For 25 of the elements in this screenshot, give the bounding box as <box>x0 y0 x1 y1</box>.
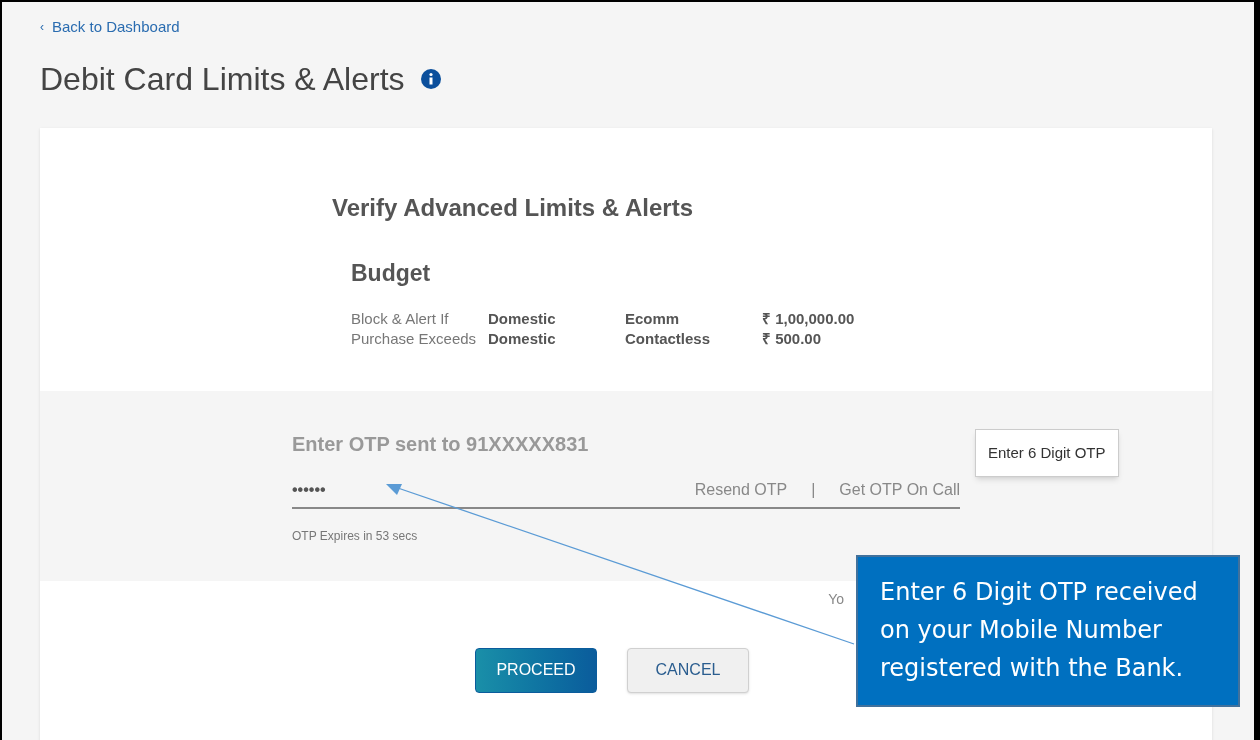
back-link[interactable]: Back to Dashboard <box>52 16 180 39</box>
amount-value: ₹ 1,00,000.00 <box>762 308 856 329</box>
otp-expiry-text: OTP Expires in 53 secs <box>292 527 419 545</box>
cancel-button[interactable]: CANCEL <box>627 647 749 693</box>
amount-value: ₹ 500.00 <box>762 328 823 349</box>
section-heading: Verify Advanced Limits & Alerts <box>332 193 694 223</box>
channel-value: Domestic <box>488 308 557 329</box>
info-icon[interactable] <box>420 68 441 89</box>
partial-text: Yo <box>828 589 844 609</box>
otp-label: Enter OTP sent to 91XXXXX831 <box>292 431 589 457</box>
resend-otp-link[interactable]: Resend OTP <box>694 477 788 502</box>
link-separator: | <box>811 479 816 500</box>
otp-call-link[interactable]: Get OTP On Call <box>839 477 960 502</box>
limit-label: Block & Alert If <box>351 308 450 329</box>
page-title: Debit Card Limits & Alerts <box>40 59 405 99</box>
limit-label: Purchase Exceeds <box>351 328 478 349</box>
channel-value: Domestic <box>488 328 557 349</box>
otp-tooltip: Enter 6 Digit OTP <box>975 428 1119 477</box>
type-value: Contactless <box>625 328 712 349</box>
otp-field[interactable]: •••••• Resend OTP | Get OTP On Call <box>292 472 960 509</box>
proceed-button[interactable]: PROCEED <box>475 647 597 693</box>
budget-heading: Budget <box>351 259 432 288</box>
back-chevron-icon: ‹ <box>40 18 44 37</box>
annotation-callout: Enter 6 Digit OTP received on your Mobile Number registered with the Bank. <box>856 555 1240 707</box>
type-value: Ecomm <box>625 308 681 329</box>
